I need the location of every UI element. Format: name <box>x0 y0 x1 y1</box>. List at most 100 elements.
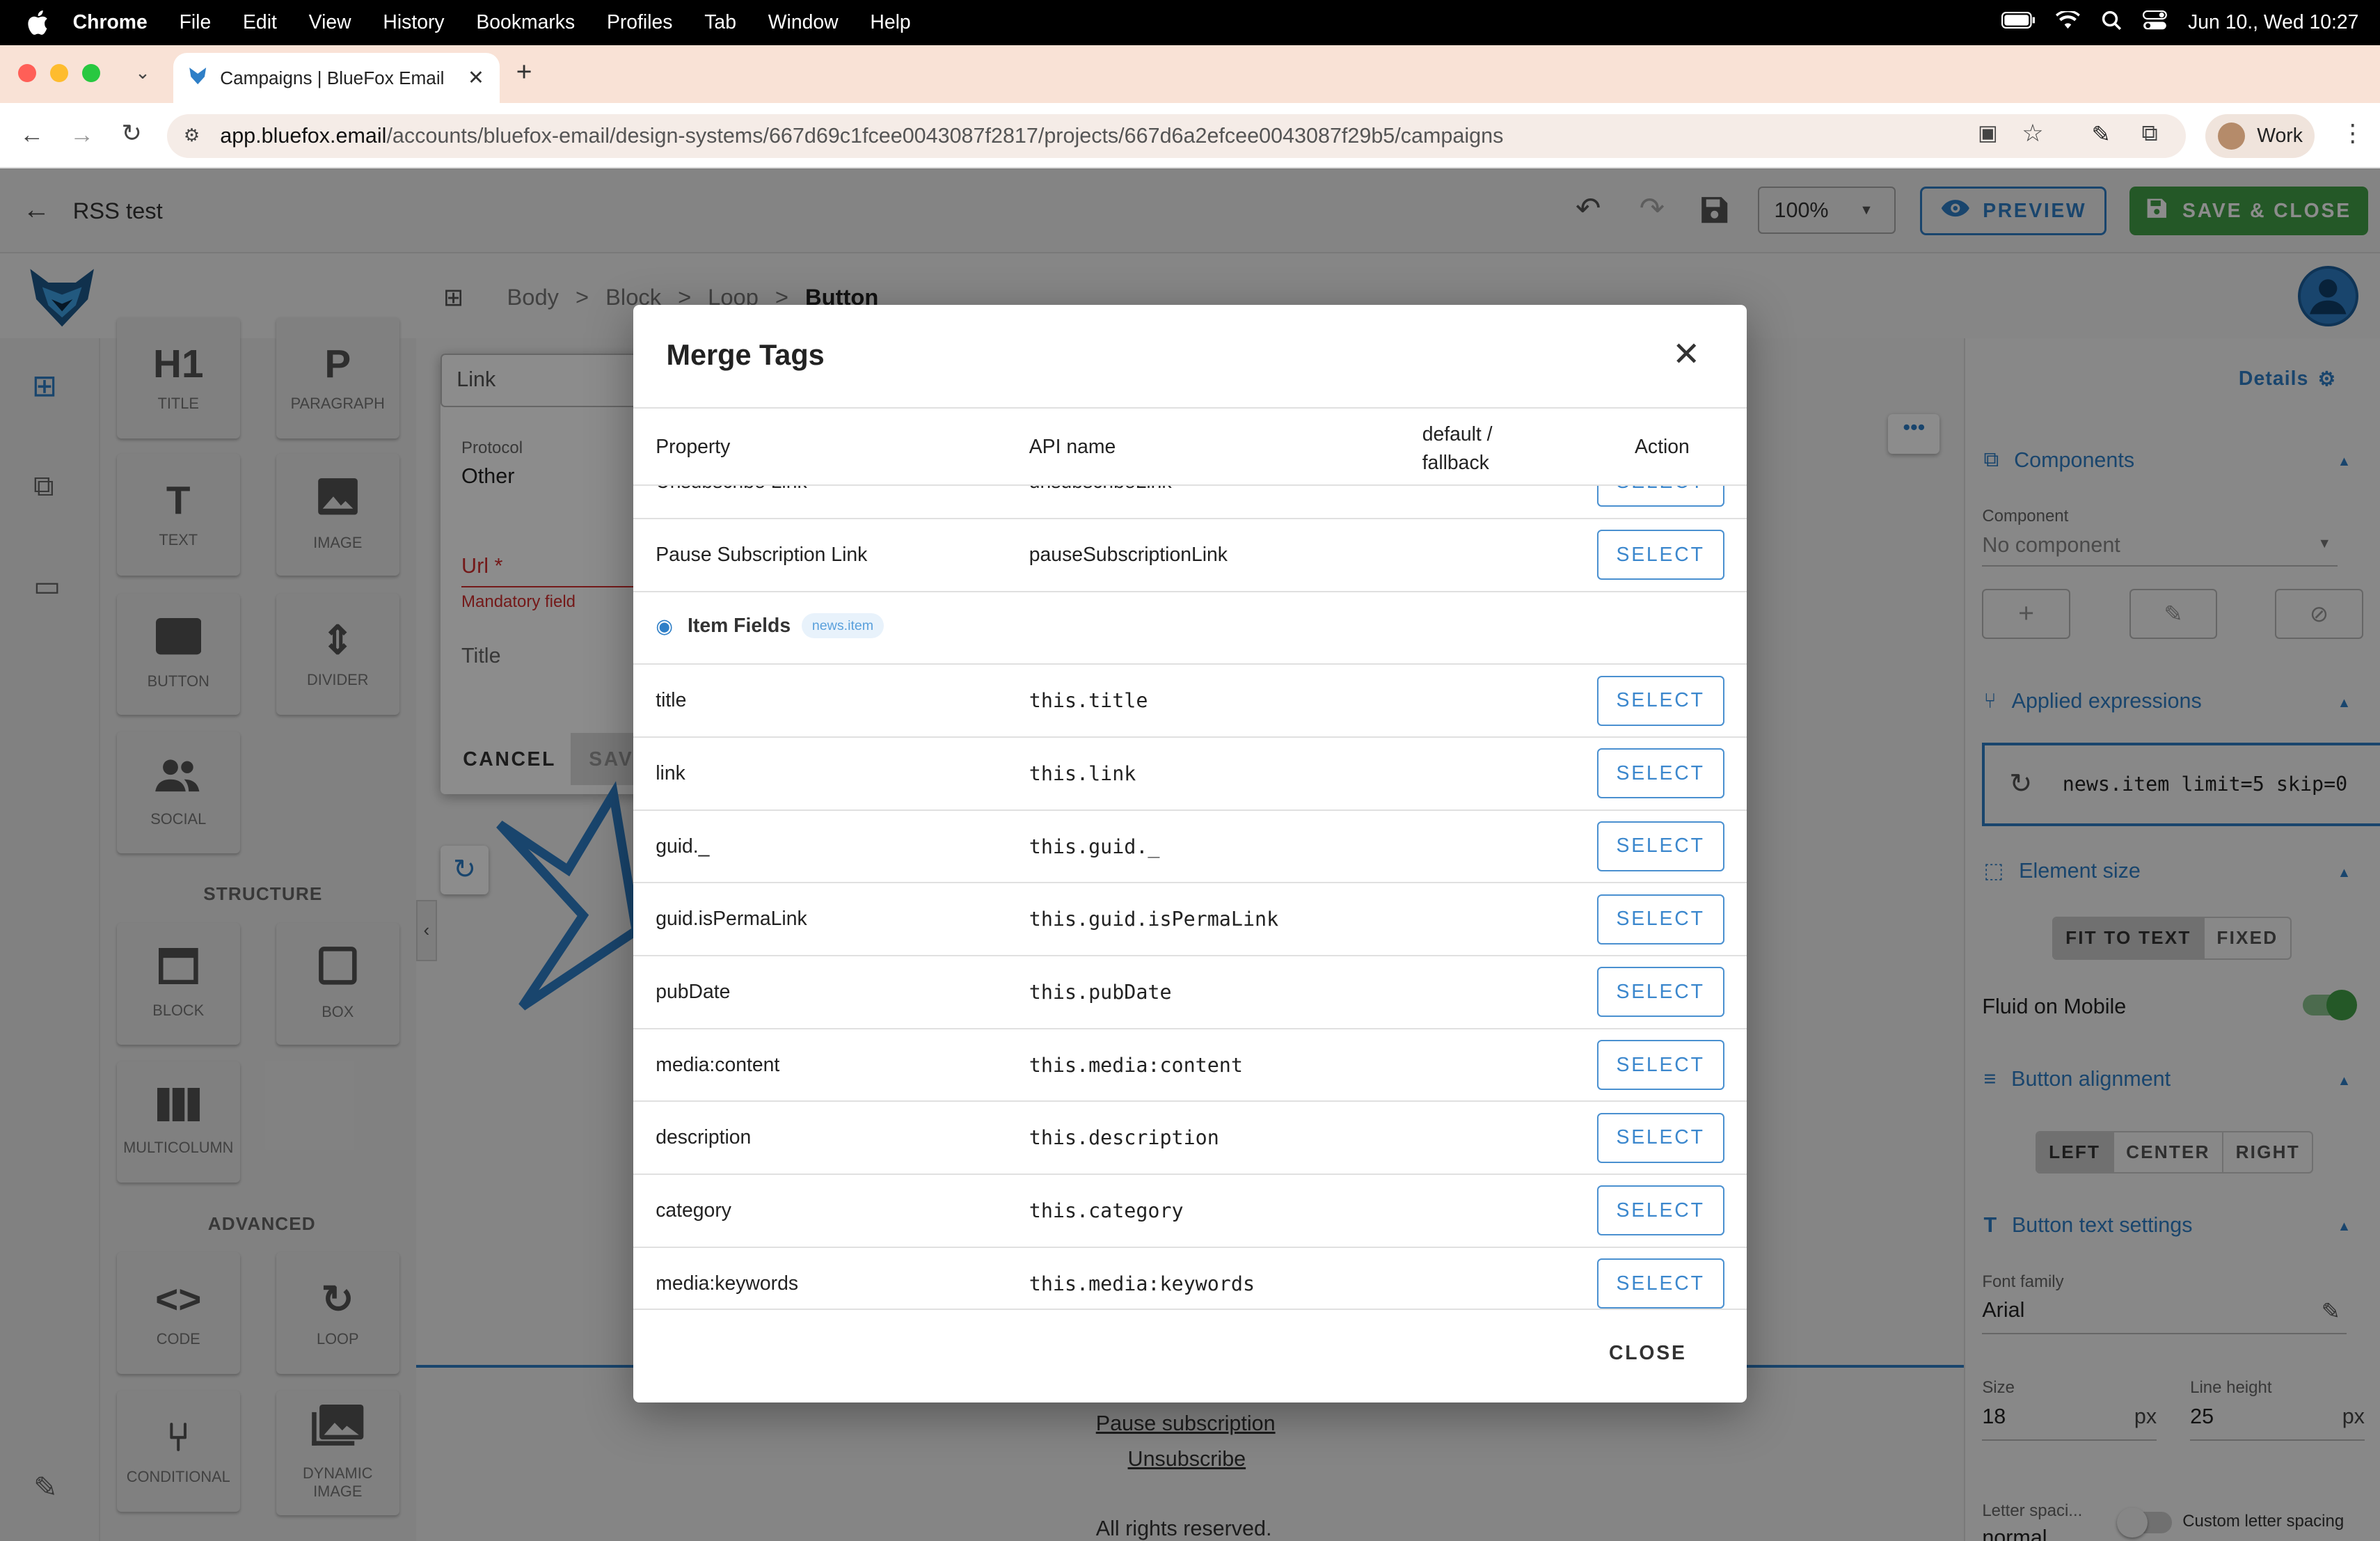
browser-toolbar: ← → ↻ ⚙ app.bluefox.email/accounts/bluef… <box>0 103 2380 169</box>
tab-close-icon[interactable]: ✕ <box>468 66 484 90</box>
new-tab-plus-icon[interactable]: + <box>516 56 532 88</box>
table-row: media:content this.media:content SELECT <box>633 1029 1747 1103</box>
close-button[interactable]: CLOSE <box>1609 1342 1687 1365</box>
table-row: guid._ this.guid._ SELECT <box>633 811 1747 884</box>
api-name-cell: unsubscribeLink <box>1029 486 1172 493</box>
table-row: Pause Subscription Link pauseSubscriptio… <box>633 519 1747 592</box>
profile-name: Work <box>2257 124 2303 147</box>
tab-search-chevron-icon[interactable]: ⌄ <box>135 62 150 84</box>
menu-help[interactable]: Help <box>870 11 910 34</box>
property-cell: pubDate <box>656 980 731 1003</box>
select-button[interactable]: SELECT <box>1596 894 1724 945</box>
extensions-puzzle-icon[interactable]: ⧉ <box>2142 120 2158 147</box>
property-cell: guid._ <box>656 835 710 858</box>
api-name-cell: this.description <box>1029 1126 1219 1150</box>
property-cell: link <box>656 761 685 784</box>
back-arrow-icon[interactable]: ← <box>19 121 44 149</box>
api-name-cell: this.media:content <box>1029 1053 1243 1077</box>
site-info-icon[interactable]: ⚙ <box>184 125 200 146</box>
bookmark-star-icon[interactable]: ☆ <box>2022 120 2043 148</box>
menu-profiles[interactable]: Profiles <box>607 11 673 34</box>
select-button[interactable]: SELECT <box>1596 821 1724 871</box>
select-button[interactable]: SELECT <box>1596 1040 1724 1090</box>
property-cell: media:content <box>656 1053 780 1076</box>
close-icon[interactable]: ✕ <box>1669 338 1703 372</box>
menu-bookmarks[interactable]: Bookmarks <box>476 11 575 34</box>
menu-clock[interactable]: Jun 10., Wed 10:27 <box>2188 11 2358 34</box>
column-api-name: API name <box>1029 435 1116 458</box>
dialog-title: Merge Tags <box>666 338 825 372</box>
window-zoom-button[interactable] <box>81 63 100 82</box>
api-name-cell: this.guid.isPermaLink <box>1029 908 1279 931</box>
select-button[interactable]: SELECT <box>1596 1185 1724 1236</box>
table-row: pubDate this.pubDate SELECT <box>633 956 1747 1029</box>
property-cell: media:keywords <box>656 1272 799 1295</box>
reload-icon[interactable]: ↻ <box>121 120 141 148</box>
browser-tab-bar: ⌄ Campaigns | BlueFox Email ✕ + <box>0 45 2380 104</box>
table-row: Unsubscribe Link unsubscribeLink SELECT <box>633 485 1747 519</box>
menu-app-name[interactable]: Chrome <box>73 11 148 34</box>
table-row: media:keywords this.media:keywords SELECT <box>633 1248 1747 1310</box>
group-badge: news.item <box>801 613 884 639</box>
api-name-cell: this.category <box>1029 1199 1184 1223</box>
tab-title: Campaigns | BlueFox Email <box>220 67 445 88</box>
select-button[interactable]: SELECT <box>1596 485 1724 507</box>
clipboard-icon[interactable]: ▣ <box>1978 121 1998 145</box>
api-name-cell: this.media:keywords <box>1029 1272 1255 1295</box>
menu-window[interactable]: Window <box>768 11 839 34</box>
forward-arrow-icon[interactable]: → <box>70 121 94 149</box>
menu-tab[interactable]: Tab <box>704 11 736 34</box>
select-button[interactable]: SELECT <box>1596 530 1724 580</box>
select-button[interactable]: SELECT <box>1596 675 1724 726</box>
api-name-cell: pauseSubscriptionLink <box>1029 543 1228 566</box>
spotlight-search-icon[interactable] <box>2102 10 2121 35</box>
url-path: /accounts/bluefox-email/design-systems/6… <box>386 123 1504 148</box>
menu-edit[interactable]: Edit <box>243 11 277 34</box>
profile-chip[interactable]: Work <box>2205 113 2315 158</box>
wifi-icon[interactable] <box>2056 9 2081 35</box>
table-row: title this.title SELECT <box>633 665 1747 738</box>
profile-avatar <box>2217 122 2245 150</box>
column-default-fallback: default / fallback <box>1422 422 1493 475</box>
eyedropper-extension-icon[interactable]: ✎ <box>2092 121 2111 148</box>
macos-menu-bar: Chrome File Edit View History Bookmarks … <box>0 0 2380 46</box>
property-cell: title <box>656 689 687 712</box>
table-row: link this.link SELECT <box>633 738 1747 811</box>
api-name-cell: this.link <box>1029 761 1136 785</box>
address-bar[interactable]: ⚙ app.bluefox.email/accounts/bluefox-ema… <box>166 113 2186 158</box>
property-cell: guid.isPermaLink <box>656 908 807 931</box>
api-name-cell: this.title <box>1029 689 1148 713</box>
bluefox-favicon-icon <box>188 66 207 90</box>
select-button[interactable]: SELECT <box>1596 748 1724 799</box>
table-row: category this.category SELECT <box>633 1175 1747 1248</box>
browser-tab[interactable]: Campaigns | BlueFox Email ✕ <box>173 53 500 104</box>
url-host: app.bluefox.email <box>220 123 387 148</box>
merge-tags-dialog: Merge Tags ✕ Property API name default /… <box>633 305 1747 1403</box>
api-name-cell: this.guid._ <box>1029 835 1160 858</box>
select-button[interactable]: SELECT <box>1596 1112 1724 1163</box>
column-property: Property <box>656 435 731 458</box>
merge-tags-table: Unsubscribe Link unsubscribeLink SELECT … <box>633 485 1747 1310</box>
window-minimize-button[interactable] <box>49 63 69 82</box>
select-button[interactable]: SELECT <box>1596 1258 1724 1309</box>
api-name-cell: this.pubDate <box>1029 980 1172 1004</box>
property-cell: description <box>656 1126 752 1149</box>
property-cell: Unsubscribe Link <box>656 486 807 493</box>
group-row-item-fields: ◉ Item Fields news.item <box>633 592 1747 665</box>
table-row: description this.description SELECT <box>633 1102 1747 1176</box>
select-button[interactable]: SELECT <box>1596 967 1724 1018</box>
table-row: guid.isPermaLink this.guid.isPermaLink SEL… <box>633 883 1747 957</box>
column-action: Action <box>1635 435 1690 458</box>
battery-icon[interactable] <box>2001 11 2035 34</box>
menu-view[interactable]: View <box>309 11 351 34</box>
apple-icon[interactable] <box>27 10 51 35</box>
dialog-footer-divider <box>633 1309 1747 1311</box>
menu-history[interactable]: History <box>383 11 444 34</box>
browser-menu-icon[interactable]: ⋮ <box>2340 120 2365 148</box>
rss-feed-icon: ◉ <box>656 615 673 638</box>
menu-file[interactable]: File <box>180 11 212 34</box>
window-close-button[interactable] <box>18 63 37 82</box>
group-title: Item Fields <box>688 615 791 638</box>
property-cell: category <box>656 1199 731 1222</box>
control-center-icon[interactable] <box>2142 10 2167 35</box>
